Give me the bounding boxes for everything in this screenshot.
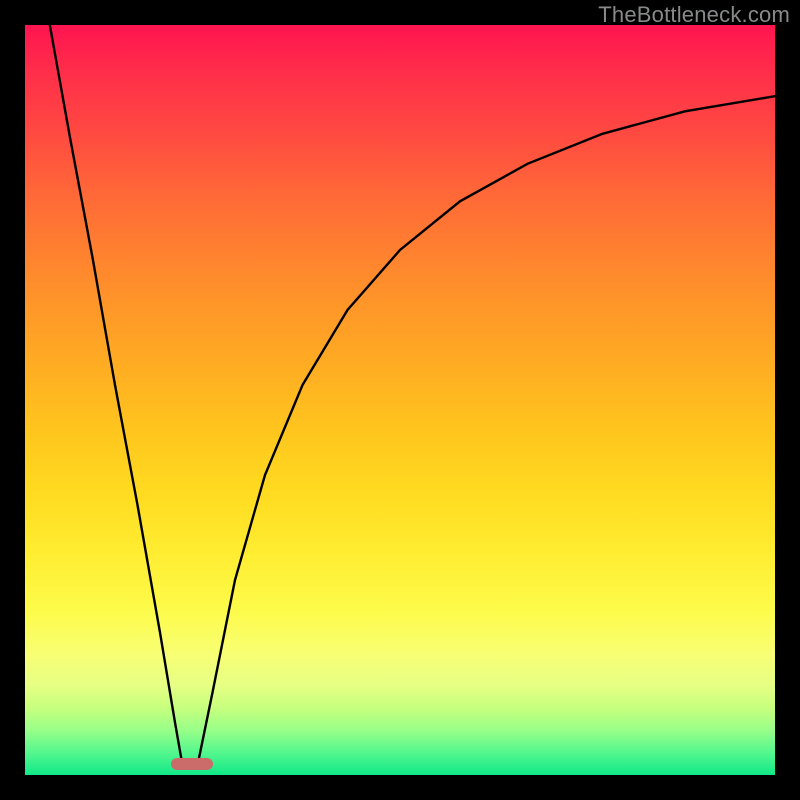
optimal-marker: [171, 758, 212, 770]
chart-frame: TheBottleneck.com: [0, 0, 800, 800]
curve-path: [50, 25, 775, 765]
bottleneck-curve: [25, 25, 775, 775]
plot-area: [25, 25, 775, 775]
watermark-text: TheBottleneck.com: [598, 2, 790, 28]
